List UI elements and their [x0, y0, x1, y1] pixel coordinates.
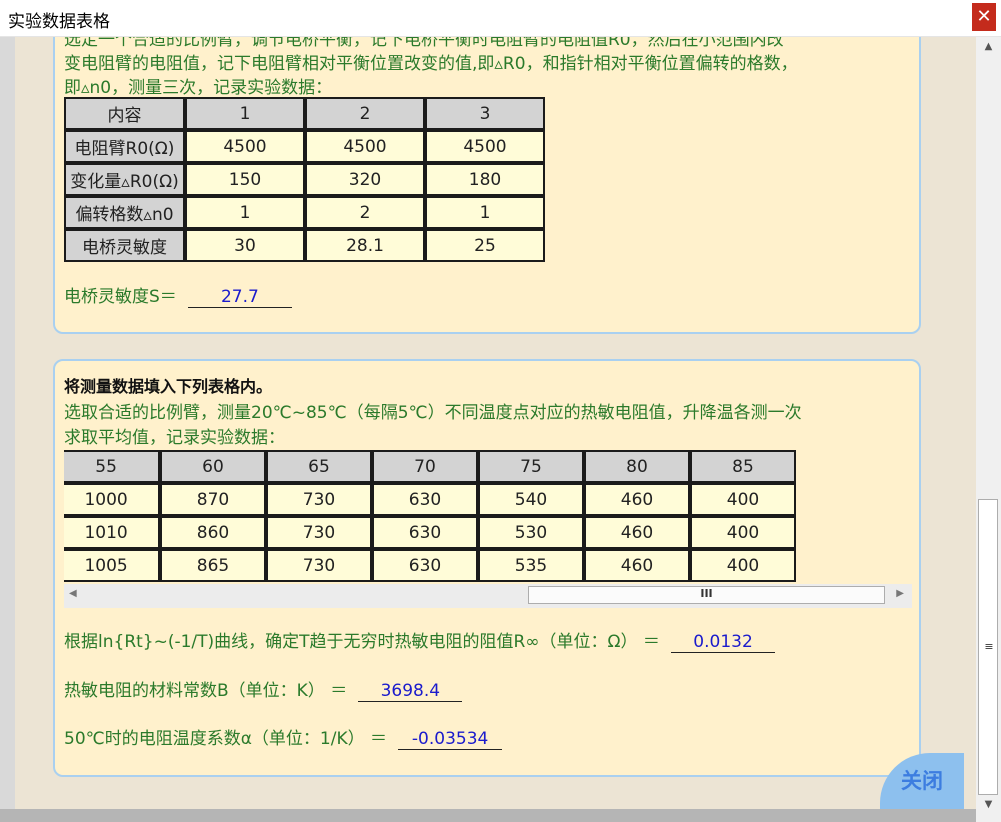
header-cell: 55	[64, 450, 160, 483]
data-cell[interactable]: 530	[477, 516, 584, 549]
row-label: 偏转格数▵n0	[64, 196, 185, 229]
data-cell[interactable]: 150	[185, 163, 305, 196]
r-infinity-row: 根据ln{Rt}~(-1/T)曲线，确定T趋于无穷时热敏电阻的阻值R∞（单位：Ω…	[64, 631, 776, 654]
data-cell[interactable]: 2	[305, 196, 425, 229]
table-row: 1000 870 730 630 540 460 400	[64, 483, 796, 516]
temperature-table: 50 55 60 65 70 75 80 85 1000 870 730 630…	[64, 450, 796, 582]
table-row: 偏转格数▵n0 1 2 1	[64, 196, 545, 229]
data-cell[interactable]: 460	[583, 516, 690, 549]
scroll-grip-icon: ≡	[984, 640, 994, 653]
data-cell[interactable]: 540	[477, 483, 584, 516]
header-cell: 65	[265, 450, 372, 483]
intro-line-2: 变电阻臂的电阻值，记下电阻臂相对平衡位置改变的值,即▵R0，和指针相对平衡位置偏…	[64, 54, 798, 74]
data-cell[interactable]: 28.1	[305, 229, 425, 262]
scroll-up-arrow[interactable]: ▲	[976, 41, 1001, 52]
data-cell[interactable]: 320	[305, 163, 425, 196]
scroll-left-arrow[interactable]: ◀	[69, 588, 77, 599]
data-cell[interactable]: 4500	[305, 130, 425, 163]
temperature-coefficient-label: 50℃时的电阻温度系数α（单位：1/K） ＝	[64, 729, 388, 749]
sensitivity-table: 内容 1 2 3 电阻臂R0(Ω) 4500 4500 4500 变化量▵R0(…	[64, 97, 545, 262]
data-cell[interactable]: 460	[583, 483, 690, 516]
row-label: 变化量▵R0(Ω)	[64, 163, 185, 196]
table-horizontal-scrollbar[interactable]: ◀ III ▶	[64, 584, 912, 608]
header-cell: 2	[305, 97, 425, 130]
intro-line-1: 选定一个合适的比例臂，调节电桥平衡，记下电桥平衡时电阻臂的电阻值R0，然后在小范…	[64, 37, 784, 50]
table-header-row: 内容 1 2 3	[64, 97, 545, 130]
header-cell: 60	[159, 450, 266, 483]
data-cell[interactable]: 860	[159, 516, 266, 549]
scroll-grip: III	[700, 587, 713, 600]
data-cell[interactable]: 865	[159, 549, 266, 582]
data-cell[interactable]: 1	[425, 196, 545, 229]
header-cell: 80	[583, 450, 690, 483]
desc-line-2: 求取平均值，记录实验数据：	[64, 428, 285, 448]
header-cell: 75	[477, 450, 584, 483]
temperature-table-scroller: 50 55 60 65 70 75 80 85 1000 870 730 630…	[64, 450, 912, 584]
vertical-scrollbar[interactable]: ▲ ≡ ▼	[976, 37, 1001, 822]
data-cell[interactable]: 630	[371, 483, 478, 516]
data-cell[interactable]: 630	[371, 549, 478, 582]
sensitivity-label: 电桥灵敏度S＝	[64, 287, 177, 307]
data-cell[interactable]: 400	[689, 549, 796, 582]
table-row: 变化量▵R0(Ω) 150 320 180	[64, 163, 545, 196]
data-cell[interactable]: 730	[265, 483, 372, 516]
content-viewport: 选定一个合适的比例臂，调节电桥平衡，记下电桥平衡时电阻臂的电阻值R0，然后在小范…	[15, 37, 976, 809]
temperature-coefficient-value-field[interactable]: -0.03534	[398, 729, 503, 750]
header-cell: 3	[425, 97, 545, 130]
data-cell[interactable]: 730	[265, 549, 372, 582]
material-constant-value-field[interactable]: 3698.4	[358, 681, 463, 702]
r-infinity-label: 根据ln{Rt}~(-1/T)曲线，确定T趋于无穷时热敏电阻的阻值R∞（单位：Ω…	[64, 632, 660, 652]
data-cell[interactable]: 1000	[64, 483, 160, 516]
table-row: 电阻臂R0(Ω) 4500 4500 4500	[64, 130, 545, 163]
data-cell[interactable]: 4500	[425, 130, 545, 163]
table-row: 1005 865 730 630 535 460 400	[64, 549, 796, 582]
data-cell[interactable]: 730	[265, 516, 372, 549]
data-cell[interactable]: 180	[425, 163, 545, 196]
header-cell: 70	[371, 450, 478, 483]
r-infinity-value-field[interactable]: 0.0132	[671, 632, 776, 653]
section-heading: 将测量数据填入下列表格内。	[64, 377, 273, 396]
temperature-coefficient-row: 50℃时的电阻温度系数α（单位：1/K） ＝ -0.03534	[64, 728, 503, 751]
material-constant-row: 热敏电阻的材料常数B（单位：K） ＝ 3698.4	[64, 680, 463, 703]
data-cell[interactable]: 25	[425, 229, 545, 262]
data-cell[interactable]: 400	[689, 516, 796, 549]
window-title: 实验数据表格	[8, 12, 110, 32]
sensitivity-value-field[interactable]: 27.7	[187, 287, 292, 308]
window-close-button[interactable]: ✕	[972, 3, 996, 31]
horizontal-scroll-thumb[interactable]: III	[528, 586, 885, 604]
data-cell[interactable]: 30	[185, 229, 305, 262]
data-cell[interactable]: 1010	[64, 516, 160, 549]
sensitivity-result-row: 电桥灵敏度S＝ 27.7	[64, 286, 292, 309]
scroll-down-arrow[interactable]: ▼	[976, 799, 1001, 810]
data-cell[interactable]: 870	[159, 483, 266, 516]
data-cell[interactable]: 4500	[185, 130, 305, 163]
data-cell[interactable]: 460	[583, 549, 690, 582]
header-cell: 85	[689, 450, 796, 483]
vertical-scroll-thumb[interactable]: ≡	[978, 499, 998, 795]
thermistor-panel: 将测量数据填入下列表格内。 选取合适的比例臂，测量20℃~85℃（每隔5℃）不同…	[53, 359, 921, 777]
close-icon: ✕	[976, 6, 992, 27]
data-cell[interactable]: 1	[185, 196, 305, 229]
table-row: 电桥灵敏度 30 28.1 25	[64, 229, 545, 262]
table-row: 1010 860 730 630 530 460 400	[64, 516, 796, 549]
title-bar: 实验数据表格 ✕	[0, 0, 1001, 37]
bridge-sensitivity-panel: 选定一个合适的比例臂，调节电桥平衡，记下电桥平衡时电阻臂的电阻值R0，然后在小范…	[53, 37, 921, 334]
data-cell[interactable]: 630	[371, 516, 478, 549]
scroll-right-arrow[interactable]: ▶	[896, 588, 904, 599]
material-constant-label: 热敏电阻的材料常数B（单位：K） ＝	[64, 681, 348, 701]
table-header-row: 50 55 60 65 70 75 80 85	[64, 450, 796, 483]
row-label: 电阻臂R0(Ω)	[64, 130, 185, 163]
header-cell: 1	[185, 97, 305, 130]
header-cell: 内容	[64, 97, 185, 130]
data-cell[interactable]: 1005	[64, 549, 160, 582]
data-cell[interactable]: 400	[689, 483, 796, 516]
row-label: 电桥灵敏度	[64, 229, 185, 262]
desc-line-1: 选取合适的比例臂，测量20℃~85℃（每隔5℃）不同温度点对应的热敏电阻值，升降…	[64, 403, 802, 423]
bottom-edge	[0, 809, 976, 822]
data-cell[interactable]: 535	[477, 549, 584, 582]
